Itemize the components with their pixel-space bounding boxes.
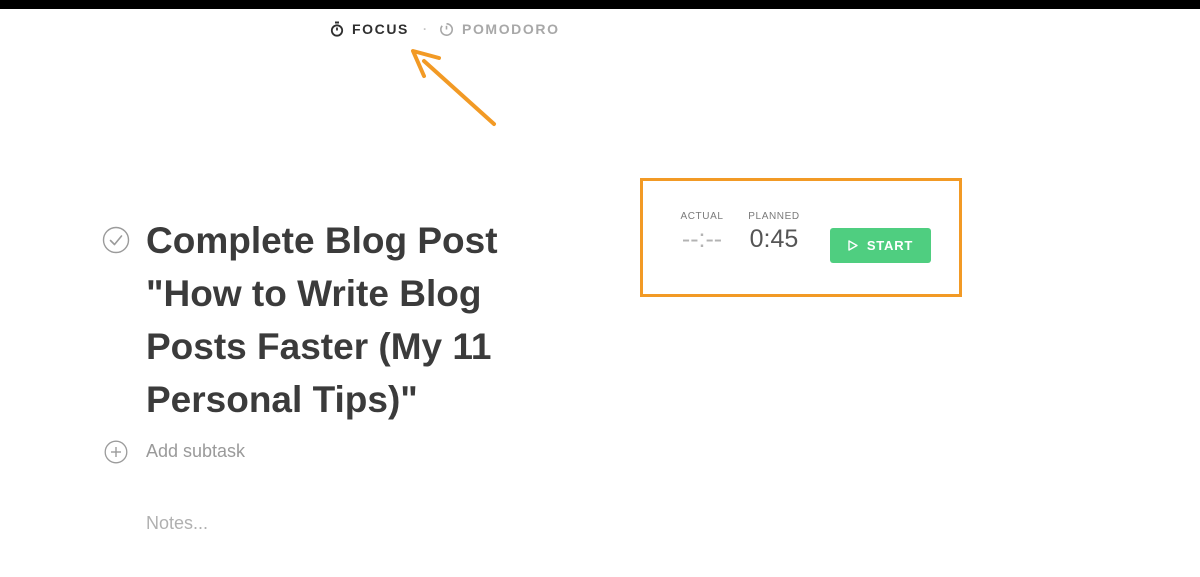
timer-planned: PLANNED 0:45 <box>742 211 806 254</box>
tab-focus[interactable]: FOCUS <box>330 21 409 37</box>
add-subtask-input[interactable]: Add subtask <box>146 441 245 462</box>
check-circle-icon[interactable] <box>102 226 130 254</box>
play-icon <box>848 240 858 251</box>
start-button-label: START <box>866 238 914 253</box>
tab-pomodoro-label: POMODORO <box>462 21 560 37</box>
notes-input[interactable]: Notes... <box>146 513 208 534</box>
mode-switch: FOCUS · POMODORO <box>330 20 560 38</box>
timer-actual-label: ACTUAL <box>680 211 724 222</box>
mode-separator: · <box>423 22 427 36</box>
tab-focus-label: FOCUS <box>352 21 409 37</box>
window-top-bar <box>0 0 1200 9</box>
stopwatch-icon <box>330 21 344 37</box>
timer-actual-value: --:-- <box>681 225 723 253</box>
timer-planned-label: PLANNED <box>748 211 800 222</box>
tab-pomodoro[interactable]: POMODORO <box>439 21 560 37</box>
plus-circle-icon[interactable] <box>104 440 128 464</box>
timer-actual: ACTUAL --:-- <box>674 211 730 254</box>
timer-planned-value[interactable]: 0:45 <box>742 225 806 254</box>
task-title[interactable]: Complete Blog Post "How to Write Blog Po… <box>146 214 546 426</box>
start-button[interactable]: START <box>830 228 931 263</box>
timer-icon <box>440 22 453 36</box>
